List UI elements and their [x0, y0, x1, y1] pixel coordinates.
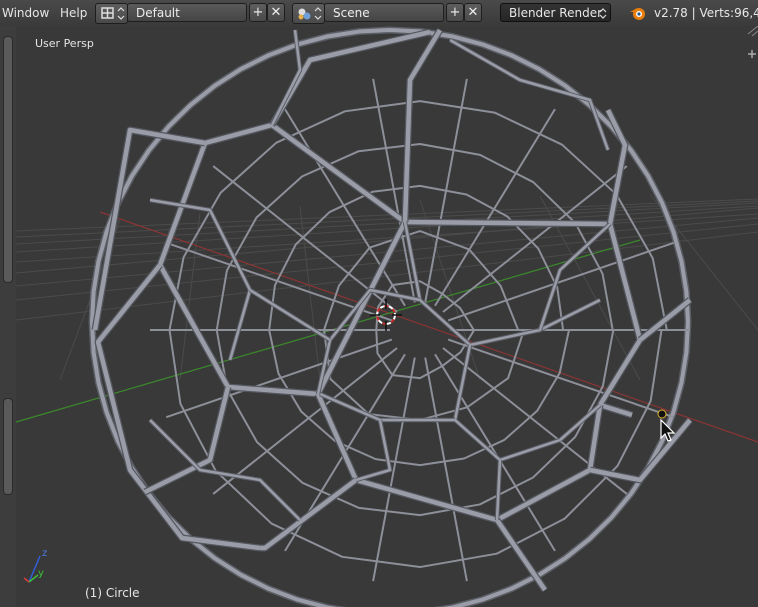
viewport-corner-handle-icon[interactable] — [747, 26, 758, 37]
3d-cursor-icon — [370, 299, 402, 331]
toolshelf-scrollbar-top[interactable] — [3, 36, 13, 283]
gizmo-z-label: z — [42, 548, 47, 559]
render-engine-label: Blender Render — [509, 6, 603, 20]
properties-region-toggle-icon[interactable] — [748, 50, 756, 58]
blender-logo-icon — [630, 8, 645, 20]
menu-help[interactable]: Help — [60, 6, 87, 20]
add-scene-button[interactable]: + — [446, 3, 464, 22]
mesh-edge — [449, 38, 610, 151]
mesh-edge — [434, 108, 556, 307]
view-axes-gizmo: z y — [23, 548, 47, 583]
mesh-edge — [355, 419, 392, 482]
scene-icon — [298, 7, 322, 20]
mesh-edge — [372, 357, 416, 582]
view-name-label: User Persp — [35, 37, 94, 50]
mesh-edge — [148, 418, 302, 522]
mesh-edge — [452, 344, 561, 463]
mesh-edge — [149, 419, 301, 521]
mesh-edge — [448, 38, 611, 151]
remove-scene-button[interactable]: ✕ — [464, 3, 482, 22]
scene-statistics: v2.78 | Verts:96,416 — [654, 6, 758, 20]
mesh-edge — [94, 262, 261, 552]
screen-layout-selector[interactable] — [95, 3, 128, 24]
mesh-edge — [402, 221, 602, 348]
mesh-edge — [402, 28, 442, 223]
screen-layout-name-field[interactable]: Default — [127, 3, 247, 22]
screen-layout-icon — [101, 7, 125, 20]
gizmo-y-label: y — [38, 568, 44, 579]
dropdown-arrows-icon — [599, 8, 607, 19]
toolshelf-scrollbar-bottom[interactable] — [3, 398, 13, 495]
object-origin-dot — [657, 409, 667, 419]
scene-selector[interactable] — [292, 3, 325, 24]
mesh-edge — [144, 386, 231, 495]
scene-name-field[interactable]: Scene — [324, 3, 444, 22]
3d-viewport[interactable]: z y User Persp (1) Circle — [16, 26, 758, 607]
menu-window[interactable]: Window — [2, 6, 49, 20]
active-object-label: (1) Circle — [85, 586, 140, 600]
info-header: Window Help Default + ✕ Scene + ✕ Blende… — [0, 0, 758, 27]
mesh-edge — [589, 418, 692, 483]
mesh-edge — [495, 518, 547, 592]
mesh-edge — [157, 122, 408, 397]
render-engine-dropdown[interactable]: Blender Render — [500, 3, 611, 22]
toolshelf-edge[interactable] — [0, 26, 17, 607]
mesh-edge — [90, 27, 690, 607]
remove-screen-button[interactable]: ✕ — [267, 3, 285, 22]
mesh-edge — [453, 344, 561, 462]
mesh-edge — [249, 288, 331, 342]
mesh-edge — [403, 221, 601, 347]
add-screen-button[interactable]: + — [249, 3, 267, 22]
mesh-edge — [638, 298, 692, 342]
viewport-canvas[interactable]: z y — [16, 26, 758, 607]
wireframe-sphere-mesh — [88, 26, 693, 607]
